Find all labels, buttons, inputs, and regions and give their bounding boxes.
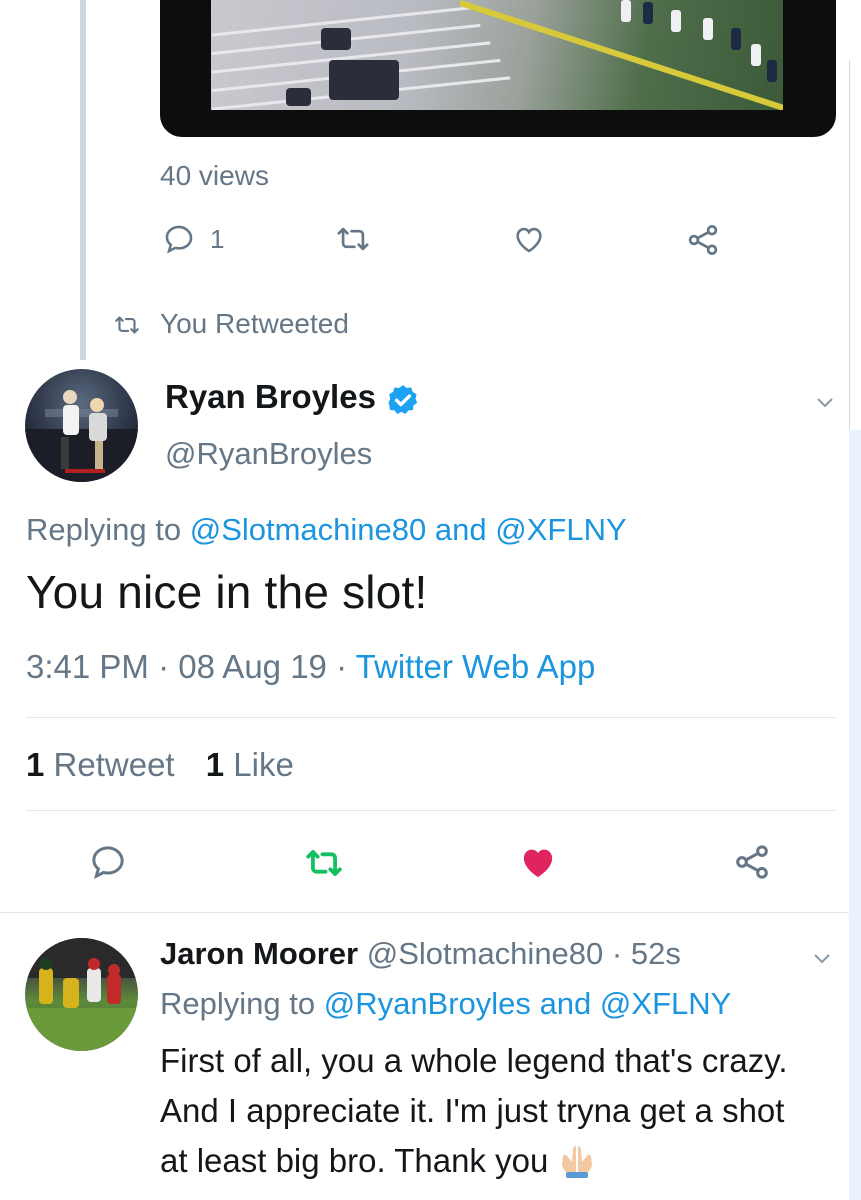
folded-hands-icon <box>562 1146 593 1178</box>
meta-dot: · <box>158 648 170 685</box>
share-action[interactable] <box>685 222 721 263</box>
like-button[interactable] <box>516 842 560 887</box>
tweet-time[interactable]: 3:41 PM <box>26 648 149 685</box>
retweet-action[interactable] <box>333 222 373 261</box>
thread-line <box>80 0 86 360</box>
replying-prefix: Replying to <box>160 986 316 1021</box>
reply-dot: · <box>611 936 623 971</box>
reply-author-name[interactable]: Jaron Moorer <box>160 936 358 971</box>
reply-icon <box>165 225 193 254</box>
retweet-context-icon-wrap <box>112 312 142 343</box>
reply-button[interactable] <box>88 842 128 887</box>
mention-link[interactable]: @XFLNY <box>495 512 626 547</box>
retweet-icon <box>306 850 342 876</box>
share-icon <box>736 845 768 879</box>
divider <box>0 912 849 913</box>
replying-prefix: Replying to <box>26 512 182 547</box>
likes-stat[interactable]: 1 Like <box>206 746 294 783</box>
heart-filled-icon <box>523 849 553 877</box>
retweets-count: 1 <box>26 746 45 783</box>
retweets-stat[interactable]: 1 Retweet <box>26 746 175 783</box>
divider <box>26 810 836 811</box>
retweet-context-label: You Retweeted <box>160 308 349 339</box>
chevron-down-icon[interactable] <box>813 390 837 414</box>
reply-action[interactable]: 1 <box>162 222 224 256</box>
reply-replying-to: Replying to @RyanBroyles and @XFLNY <box>160 986 731 1022</box>
reply-text: First of all, you a whole legend that's … <box>160 1042 788 1179</box>
tweet-meta: 3:41 PM · 08 Aug 19 · Twitter Web App <box>26 648 595 686</box>
meta-dot: · <box>336 648 348 685</box>
replying-to: Replying to @Slotmachine80 and @XFLNY <box>26 512 627 548</box>
avatar[interactable] <box>25 938 138 1051</box>
replying-and: and <box>539 986 592 1021</box>
video-player[interactable] <box>160 0 836 137</box>
view-count: 40 views <box>160 160 269 191</box>
reply-age[interactable]: 52s <box>631 936 681 971</box>
retweets-label: Retweet <box>53 746 175 783</box>
scrollbar-track[interactable] <box>849 60 861 430</box>
heart-outline-icon <box>516 227 542 253</box>
scrollbar-thumb[interactable] <box>849 430 861 1200</box>
share-icon <box>688 225 718 255</box>
like-action[interactable] <box>511 222 547 261</box>
author-name[interactable]: Ryan Broyles <box>165 378 376 416</box>
verified-badge-icon <box>388 385 418 415</box>
retweet-icon <box>115 316 139 334</box>
tweet-stats: 1 Retweet 1 Like <box>26 746 294 784</box>
likes-label: Like <box>233 746 294 783</box>
divider <box>26 717 836 718</box>
mention-link[interactable]: @RyanBroyles <box>324 986 531 1021</box>
avatar-image <box>25 390 138 482</box>
video-thumbnail <box>211 0 783 110</box>
mention-link[interactable]: @Slotmachine80 <box>190 512 427 547</box>
reply-count: 1 <box>210 223 225 254</box>
author-handle[interactable]: @RyanBroyles <box>165 436 372 472</box>
reply-header: Jaron Moorer @Slotmachine80 · 52s <box>160 936 681 972</box>
replying-and: and <box>434 512 487 547</box>
reply-icon <box>92 846 124 880</box>
reply-author-handle[interactable]: @Slotmachine80 <box>367 936 604 971</box>
tweet-text: You nice in the slot! <box>26 566 428 618</box>
retweet-icon <box>337 227 369 251</box>
tweet-date[interactable]: 08 Aug 19 <box>178 648 327 685</box>
tweet-source-link[interactable]: Twitter Web App <box>356 648 596 685</box>
likes-count: 1 <box>205 746 225 783</box>
reply-text-block: First of all, you a whole legend that's … <box>160 1036 820 1186</box>
retweet-button[interactable] <box>300 844 348 887</box>
avatar[interactable] <box>25 369 138 482</box>
avatar-image <box>25 938 138 1051</box>
mention-link[interactable]: @XFLNY <box>600 986 731 1021</box>
share-button[interactable] <box>732 842 772 887</box>
chevron-down-icon[interactable] <box>810 946 834 970</box>
